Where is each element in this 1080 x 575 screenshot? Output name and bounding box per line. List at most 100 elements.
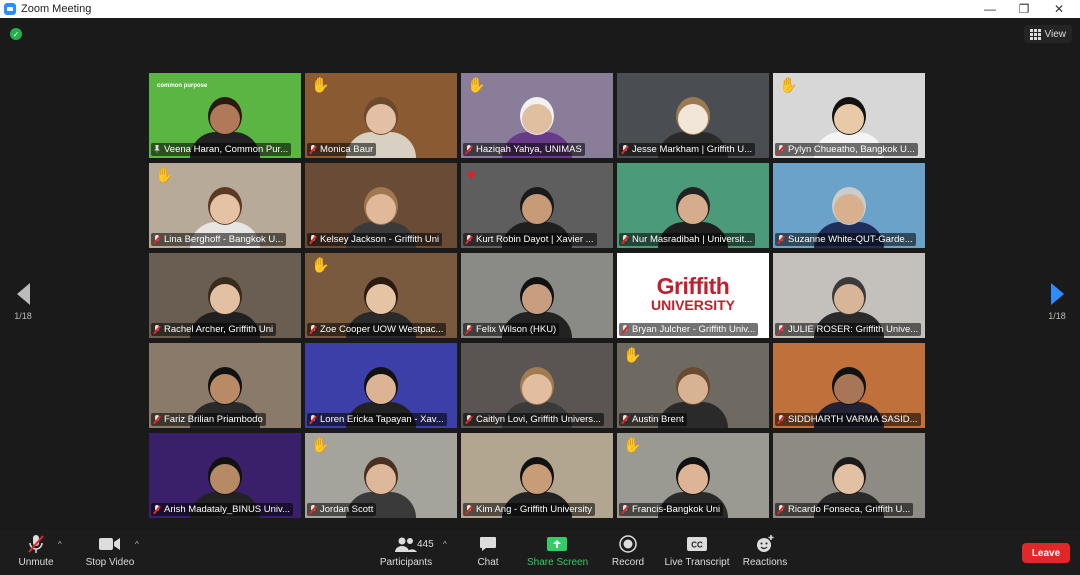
meeting-area: ✓ View 1/18 1/18 common purpose Veena Har… [0,18,1080,530]
record-icon [608,534,648,554]
participant-tile[interactable]: ✋ Francis-Bangkok Uni [617,433,769,518]
pin-icon [153,145,161,154]
chat-label: Chat [477,557,499,568]
participant-name: Veena Haran, Common Pur... [164,144,289,155]
participant-tile[interactable]: Arish Madataly_BINUS Univ... [149,433,301,518]
participant-tile[interactable]: Suzanne White-QUT-Garde... [773,163,925,248]
next-page-button[interactable]: 1/18 [1042,283,1072,321]
participant-name-tag: Zoe Cooper UOW Westpac... [307,323,447,336]
participant-tile[interactable]: Jesse Markham | Griffith U... [617,73,769,158]
university-logo: Griffith [656,273,730,299]
smiley-plus-icon [742,534,788,554]
participant-name: Nur Masradibah | Universit... [632,234,753,245]
video-options-chevron-icon[interactable]: ^ [135,540,139,549]
muted-mic-icon [309,145,317,154]
participant-tile[interactable]: Kim Ang - Griffith University [461,433,613,518]
closed-caption-icon: CC [664,534,730,554]
participant-tile[interactable]: ✋ Monica Baur [305,73,457,158]
heart-reaction-icon: ♥ [467,167,476,184]
muted-mic-icon [621,415,629,424]
meeting-toolbar: Unmute ^ Stop Video ^ Participants 445 ^… [0,530,1080,575]
chat-button[interactable]: Chat [470,534,506,568]
svg-text:CC: CC [691,541,703,550]
participant-name-tag: Haziqah Yahya, UNIMAS [463,143,585,156]
share-screen-button[interactable]: Share Screen [527,534,588,568]
previous-page-button[interactable]: 1/18 [8,283,38,321]
participants-options-chevron-icon[interactable]: ^ [443,540,447,549]
minimize-icon[interactable]: — [973,0,1007,18]
muted-mic-icon [465,145,473,154]
wave-reaction-icon: ✋ [311,437,330,454]
participants-label: Participants [379,557,433,568]
participant-name: Kurt Robin Dayot | Xavier ... [476,234,594,245]
muted-mic-icon [465,235,473,244]
participant-name-tag: Kurt Robin Dayot | Xavier ... [463,233,597,246]
participant-tile[interactable]: SIDDHARTH VARMA SASID... [773,343,925,428]
muted-mic-icon [309,505,317,514]
participant-name: Fariz Brilian Priambodo [164,414,263,425]
participant-name: Pylyn Chueatho, Bangkok U... [788,144,915,155]
participant-tile[interactable]: JULIE ROSER: Griffith Unive... [773,253,925,338]
participant-name-tag: Caitlyn Lovi, Griffith Univers... [463,413,604,426]
participant-tile[interactable]: Griffith UNIVERSITY Bryan Julcher - Griffi… [617,253,769,338]
unmute-button[interactable]: Unmute [12,534,60,568]
participant-name-tag: Nur Masradibah | Universit... [619,233,756,246]
chevron-left-icon [16,283,30,305]
participant-tile[interactable]: Fariz Brilian Priambodo [149,343,301,428]
view-label: View [1044,28,1067,40]
participant-tile[interactable]: Felix Wilson (HKU) [461,253,613,338]
stop-video-button[interactable]: Stop Video [82,534,138,568]
participant-name-tag: Jesse Markham | Griffith U... [619,143,756,156]
view-button[interactable]: View [1023,25,1072,43]
participant-tile[interactable]: ♥ Kurt Robin Dayot | Xavier ... [461,163,613,248]
participant-tile[interactable]: Rachel Archer, Griffith Uni [149,253,301,338]
participant-tile[interactable]: Loren Ericka Tapayan - Xav... [305,343,457,428]
maximize-icon[interactable]: ❐ [1007,0,1041,18]
muted-mic-icon [621,505,629,514]
participant-tile[interactable]: common purpose Veena Haran, Common Pur... [149,73,301,158]
participant-tile[interactable]: ✋ Pylyn Chueatho, Bangkok U... [773,73,925,158]
participant-tile[interactable]: ✋ Zoe Cooper UOW Westpac... [305,253,457,338]
participant-tile[interactable]: Ricardo Fonseca, Griffith U... [773,433,925,518]
participant-name-tag: Monica Baur [307,143,377,156]
participant-name-tag: Fariz Brilian Priambodo [151,413,266,426]
participant-tile[interactable]: ✋ Austin Brent [617,343,769,428]
muted-mic-icon [153,235,161,244]
participant-name-tag: Pylyn Chueatho, Bangkok U... [775,143,918,156]
participant-name-tag: Lina Berghoff - Bangkok U... [151,233,287,246]
participant-tile[interactable]: ✋ Lina Berghoff - Bangkok U... [149,163,301,248]
muted-mic-icon [465,505,473,514]
muted-mic-icon [621,145,629,154]
participant-tile[interactable]: Caitlyn Lovi, Griffith Univers... [461,343,613,428]
audio-options-chevron-icon[interactable]: ^ [58,540,62,549]
participant-name-tag: Bryan Julcher - Griffith Univ... [619,323,759,336]
security-shield-icon[interactable]: ✓ [10,28,22,40]
participant-name-tag: Suzanne White-QUT-Garde... [775,233,916,246]
participant-tile[interactable]: ✋ Haziqah Yahya, UNIMAS [461,73,613,158]
live-transcript-button[interactable]: CC Live Transcript [664,534,730,568]
stop-video-label: Stop Video [85,557,135,568]
muted-mic-icon [621,235,629,244]
wave-reaction-icon: ✋ [779,77,798,94]
page-indicator-right: 1/18 [1048,311,1066,321]
leave-button[interactable]: Leave [1022,543,1070,563]
participants-count: 445 [417,539,434,550]
participant-name-tag: Kelsey Jackson - Griffith Uni [307,233,443,246]
participant-tile[interactable]: Kelsey Jackson - Griffith Uni [305,163,457,248]
participant-name: Haziqah Yahya, UNIMAS [476,144,582,155]
participant-tile[interactable]: Nur Masradibah | Universit... [617,163,769,248]
record-button[interactable]: Record [608,534,648,568]
wave-reaction-icon: ✋ [311,77,330,94]
close-icon[interactable]: ✕ [1042,0,1076,18]
reactions-button[interactable]: Reactions [742,534,788,568]
share-screen-icon [527,534,587,554]
participant-tile[interactable]: ✋ Jordan Scott [305,433,457,518]
muted-mic-icon [309,415,317,424]
participant-name: Kim Ang - Griffith University [476,504,592,515]
participant-name-tag: Veena Haran, Common Pur... [151,143,292,156]
live-transcript-label: Live Transcript [664,557,730,568]
muted-mic-icon [465,415,473,424]
participant-name: Kelsey Jackson - Griffith Uni [320,234,440,245]
participant-name: Suzanne White-QUT-Garde... [788,234,913,245]
participant-name: Loren Ericka Tapayan - Xav... [320,414,444,425]
